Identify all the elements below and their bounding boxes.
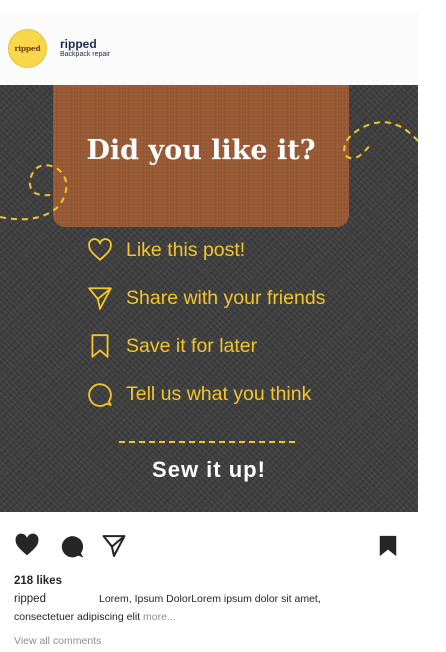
action-label: Like this post! [126, 238, 246, 261]
account-name[interactable]: ripped [60, 37, 97, 51]
action-like: Like this post! [87, 235, 245, 265]
action-label: Save it for later [126, 334, 258, 357]
caption-text: Lorem, Ipsum DolorLorem ipsum dolor sit … [99, 593, 321, 605]
more-link[interactable]: more... [143, 611, 176, 623]
post-image[interactable]: Did you like it? Like this post! Share w… [0, 85, 418, 512]
avatar-logo-text: ripped [14, 44, 41, 53]
action-label: Tell us what you think [126, 382, 312, 405]
action-label: Share with your friends [126, 286, 326, 309]
save-button-bookmark-icon[interactable] [377, 534, 399, 558]
account-subtitle: Backpack repair [60, 51, 111, 58]
heart-icon [88, 238, 112, 261]
post-header: ripped ripped Backpack repair [0, 12, 418, 85]
dashed-divider [119, 441, 295, 443]
action-share: Share with your friends [87, 283, 325, 313]
share-button-send-icon[interactable] [101, 533, 127, 558]
bookmark-icon [91, 334, 109, 358]
action-save: Save it for later [87, 331, 257, 361]
caption-username[interactable]: ripped [14, 593, 46, 605]
action-comment: Tell us what you think [87, 379, 311, 409]
view-all-comments-link[interactable]: View all comments [14, 635, 101, 647]
post-headline: Did you like it? [86, 135, 316, 166]
like-button-heart-icon[interactable] [14, 532, 40, 558]
comment-icon [88, 383, 112, 407]
send-icon [88, 287, 112, 310]
caption-line: consectetuer adipiscing elit more... [14, 611, 176, 623]
comment-button-icon[interactable] [60, 534, 85, 559]
post-footer-text: Sew it up! [152, 457, 266, 482]
caption-text-continued: consectetuer adipiscing elit [14, 611, 141, 623]
likes-count[interactable]: 218 likes [14, 575, 62, 587]
avatar[interactable]: ripped [8, 29, 47, 68]
